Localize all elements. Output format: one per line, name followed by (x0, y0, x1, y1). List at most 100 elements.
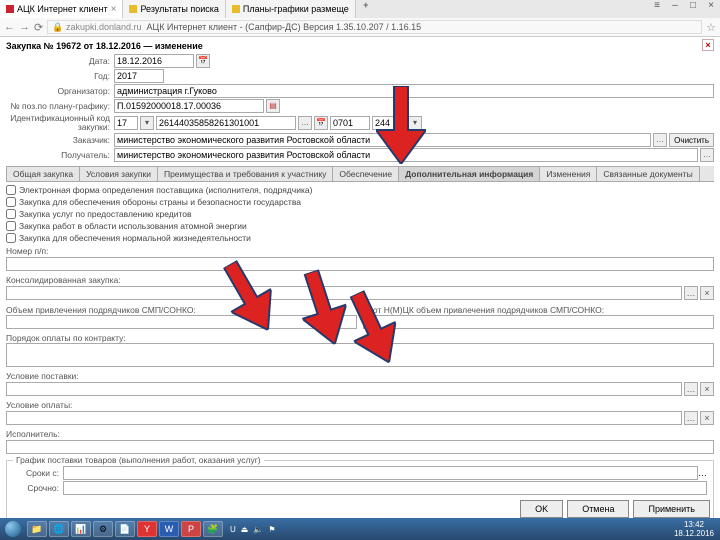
ispolnitel-field[interactable] (6, 440, 714, 454)
nomer-field[interactable] (6, 257, 714, 271)
clear-icon[interactable]: × (700, 382, 714, 396)
start-button[interactable] (0, 518, 26, 540)
lookup-icon[interactable]: … (684, 411, 698, 425)
close-icon[interactable]: × (111, 4, 117, 15)
fieldset-legend: График поставки товаров (выполнения рабо… (13, 455, 264, 465)
chk-label: Закупка работ в области использования ат… (19, 221, 247, 231)
calendar-icon[interactable]: 📅 (314, 116, 328, 130)
clear-icon[interactable]: × (700, 286, 714, 300)
poluchatel-label: Получатель: (6, 151, 114, 160)
bookmark-icon[interactable]: ☆ (706, 21, 716, 34)
close-document-button[interactable]: × (702, 39, 714, 51)
date-field[interactable] (114, 54, 194, 68)
idk-seg2[interactable] (156, 116, 296, 130)
close-window-icon[interactable]: × (702, 0, 720, 18)
lookup-icon[interactable]: … (684, 382, 698, 396)
uslovie-post-field[interactable] (6, 382, 682, 396)
ok-button[interactable]: OK (520, 500, 563, 518)
tab-security[interactable]: Обеспечение (332, 166, 399, 181)
browser-tab-0[interactable]: АЦК Интернет клиент × (0, 0, 123, 18)
clear-icon[interactable]: × (700, 411, 714, 425)
calendar-icon[interactable]: 📅 (196, 54, 210, 68)
year-field[interactable] (114, 69, 164, 83)
tab-linked-docs[interactable]: Связанные документы (596, 166, 699, 181)
new-tab-button[interactable]: + (356, 0, 376, 18)
task-icon[interactable]: 📊 (71, 521, 91, 537)
tray-eject-icon[interactable]: ⏏ (241, 525, 249, 534)
tray-lang[interactable]: U (230, 525, 236, 534)
tab-requirements[interactable]: Преимущества и требования к участнику (157, 166, 333, 181)
srochn-label: Срочно: (13, 484, 63, 493)
address-bar-row: ← → ⟳ 🔒 zakupki.donland.ru АЦК Интернет … (0, 18, 720, 36)
uslovie-opl-field[interactable] (6, 411, 682, 425)
strok-label: Сроки с: (13, 469, 63, 478)
zakazchik-label: Заказчик: (6, 136, 114, 145)
cancel-button[interactable]: Отмена (567, 500, 629, 518)
tab-general[interactable]: Общая закупка (6, 166, 80, 181)
tray-volume-icon[interactable]: 🔈 (253, 525, 263, 534)
task-icon[interactable]: ⚙ (93, 521, 113, 537)
task-icon[interactable]: 📄 (115, 521, 135, 537)
lookup-icon[interactable]: … (684, 286, 698, 300)
lookup-icon[interactable]: … (700, 148, 714, 162)
chk-life-box[interactable] (6, 233, 16, 243)
minimize-icon[interactable]: – (666, 0, 684, 18)
lookup-icon[interactable]: … (698, 468, 707, 478)
idk-seg1[interactable] (114, 116, 138, 130)
reload-icon[interactable]: ⟳ (34, 21, 43, 34)
chk-defense[interactable]: Закупка для обеспечения обороны страны и… (6, 196, 714, 208)
clock-date: 18.12.2016 (674, 529, 714, 538)
annotation-arrow (376, 86, 426, 164)
ispolnitel-label: Исполнитель: (6, 429, 714, 439)
organizer-label: Организатор: (6, 87, 114, 96)
chk-defense-box[interactable] (6, 197, 16, 207)
tab-conditions[interactable]: Условия закупки (79, 166, 158, 181)
chk-life[interactable]: Закупка для обеспечения нормальной жизне… (6, 232, 714, 244)
volume-pct-field[interactable] (363, 315, 714, 329)
page-title: Закупка № 19672 от 18.12.2016 — изменени… (6, 39, 714, 53)
chk-electronic-box[interactable] (6, 185, 16, 195)
idk-seg3[interactable] (330, 116, 370, 130)
lookup-icon[interactable]: … (298, 116, 312, 130)
menu-icon[interactable]: ≡ (648, 0, 666, 18)
lookup-icon[interactable]: ▤ (266, 99, 280, 113)
task-icon[interactable]: 📁 (27, 521, 47, 537)
task-icon[interactable]: 🧩 (203, 521, 223, 537)
srochn-field[interactable] (63, 481, 707, 495)
chk-credit[interactable]: Закупка услуг по предоставлению кредитов (6, 208, 714, 220)
clear-button[interactable]: Очистить (669, 133, 714, 147)
maximize-icon[interactable]: □ (684, 0, 702, 18)
browser-tab-2[interactable]: Планы-графики размеще (226, 0, 356, 18)
back-icon[interactable]: ← (4, 21, 15, 33)
chk-credit-box[interactable] (6, 209, 16, 219)
uslovie-post-label: Условие поставки: (6, 371, 714, 381)
tab-additional-info[interactable]: Дополнительная информация (398, 166, 540, 181)
tab-changes[interactable]: Изменения (539, 166, 597, 181)
task-icon-yandex[interactable]: Y (137, 521, 157, 537)
forward-icon[interactable]: → (19, 21, 30, 33)
browser-tab-1[interactable]: Результаты поиска (123, 0, 225, 18)
task-icon-powerpoint[interactable]: P (181, 521, 201, 537)
plan-graphic-field[interactable] (114, 99, 264, 113)
url-title: АЦК Интернет клиент - (Сапфир-ДС) Версия… (147, 22, 422, 32)
address-bar[interactable]: 🔒 zakupki.donland.ru АЦК Интернет клиент… (47, 20, 702, 34)
chk-label: Закупка для обеспечения нормальной жизне… (19, 233, 251, 243)
chk-atomic[interactable]: Закупка работ в области использования ат… (6, 220, 714, 232)
idk-label: Идентификационный код закупки: (6, 114, 114, 132)
task-icon[interactable]: 🌐 (49, 521, 69, 537)
tab-favicon-2 (232, 5, 240, 13)
tab-label: АЦК Интернет клиент (17, 4, 108, 14)
browser-tabs: АЦК Интернет клиент × Результаты поиска … (0, 0, 720, 18)
strok-field[interactable] (63, 466, 698, 480)
windows-taskbar: 📁 🌐 📊 ⚙ 📄 Y W P 🧩 U ⏏ 🔈 ⚑ 13:42 18.12.20… (0, 518, 720, 540)
tray-flag-icon[interactable]: ⚑ (268, 525, 275, 534)
task-icon-word[interactable]: W (159, 521, 179, 537)
lock-icon: 🔒 (52, 22, 63, 33)
chevron-down-icon[interactable]: ▾ (140, 116, 154, 130)
url-host: zakupki.donland.ru (66, 22, 142, 32)
apply-button[interactable]: Применить (633, 500, 710, 518)
clock[interactable]: 13:42 18.12.2016 (668, 520, 720, 538)
lookup-icon[interactable]: … (653, 133, 667, 147)
chk-electronic[interactable]: Электронная форма определения поставщика… (6, 184, 714, 196)
chk-atomic-box[interactable] (6, 221, 16, 231)
